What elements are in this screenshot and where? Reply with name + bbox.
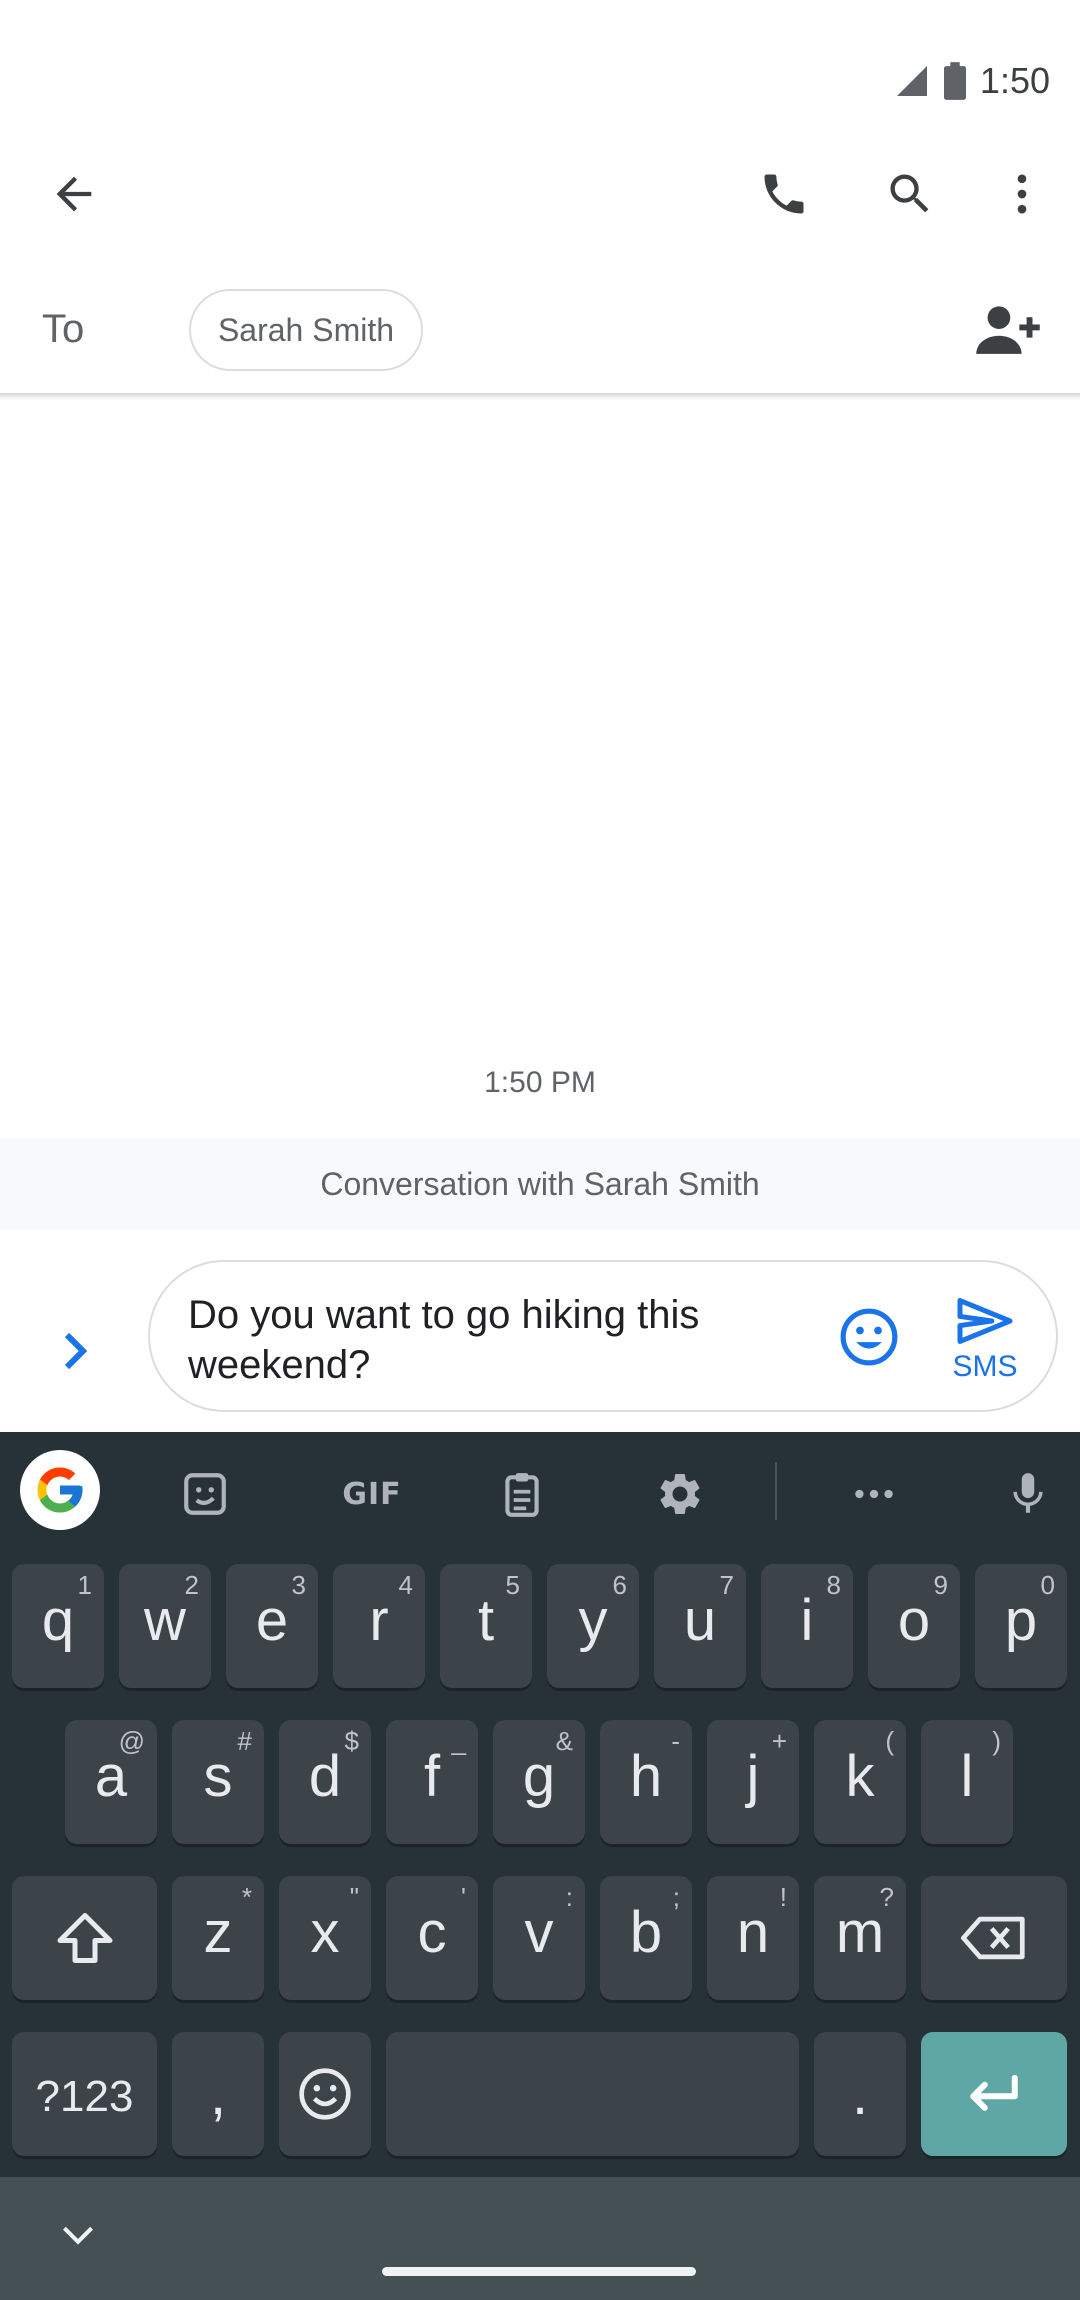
message-input[interactable]: Do you want to go hiking this weekend? S…: [148, 1260, 1058, 1412]
search-icon[interactable]: [870, 154, 950, 234]
navigation-bar: [0, 2177, 1080, 2300]
emoji-icon[interactable]: [838, 1306, 900, 1368]
phone-icon[interactable]: [744, 154, 824, 234]
more-horiz-icon[interactable]: [834, 1454, 914, 1534]
back-arrow-icon[interactable]: [34, 154, 114, 234]
send-label: SMS: [952, 1350, 1018, 1383]
key-d[interactable]: $ d: [279, 1720, 371, 1844]
shift-key[interactable]: [12, 1876, 157, 2000]
to-label: To: [42, 307, 85, 351]
top-app-bar: [0, 150, 1080, 240]
google-icon[interactable]: [20, 1450, 100, 1530]
clipboard-icon[interactable]: [482, 1454, 562, 1534]
key-a[interactable]: @ a: [65, 1720, 157, 1844]
keyboard-toolbar: GIF: [0, 1432, 1080, 1552]
mic-icon[interactable]: [988, 1454, 1068, 1534]
key-x[interactable]: " x: [279, 1876, 371, 2000]
conversation-banner: Conversation with Sarah Smith: [0, 1138, 1080, 1230]
send-icon: [957, 1298, 1013, 1344]
key-m[interactable]: ? m: [814, 1876, 906, 2000]
key-e[interactable]: 3e: [226, 1564, 318, 1688]
key-f[interactable]: _ f: [386, 1720, 478, 1844]
backspace-icon: [961, 1916, 1025, 1960]
header-divider: [0, 393, 1080, 401]
gif-icon[interactable]: GIF: [322, 1454, 422, 1534]
key-b[interactable]: ; b: [600, 1876, 692, 2000]
expand-chevron-icon[interactable]: [42, 1318, 108, 1384]
emoji-keyboard-icon: [299, 2068, 351, 2120]
add-contact-icon[interactable]: [970, 291, 1046, 367]
key-t[interactable]: 5t: [440, 1564, 532, 1688]
key-g[interactable]: & g: [493, 1720, 585, 1844]
key-c[interactable]: ' c: [386, 1876, 478, 2000]
key-j[interactable]: + j: [707, 1720, 799, 1844]
key-z[interactable]: * z: [172, 1876, 264, 2000]
key-q[interactable]: 1q: [12, 1564, 104, 1688]
settings-icon[interactable]: [640, 1454, 720, 1534]
key-y[interactable]: 6y: [547, 1564, 639, 1688]
keyboard: GIF 1q 2w 3e 4r 5t 6y 7u 8i 9o 0p @ a # s …: [0, 1432, 1080, 2177]
signal-icon: [896, 66, 927, 96]
key-r[interactable]: 4r: [333, 1564, 425, 1688]
key-u[interactable]: 7u: [654, 1564, 746, 1688]
chevron-down-icon[interactable]: [50, 2207, 106, 2263]
message-text[interactable]: Do you want to go hiking this weekend?: [188, 1290, 788, 1390]
status-icons: 1:50: [894, 56, 1050, 106]
enter-icon: [970, 2074, 1018, 2111]
battery-icon: [943, 62, 966, 100]
period-key[interactable]: .: [814, 2032, 906, 2156]
shift-icon: [57, 1913, 112, 1963]
symbols-key[interactable]: ?123: [12, 2032, 157, 2156]
enter-key[interactable]: [921, 2032, 1067, 2156]
comma-key[interactable]: ,: [172, 2032, 264, 2156]
backspace-key[interactable]: [921, 1876, 1067, 2000]
key-l[interactable]: ) l: [921, 1720, 1013, 1844]
key-i[interactable]: 8i: [761, 1564, 853, 1688]
key-k[interactable]: (k: [814, 1720, 906, 1844]
send-button[interactable]: SMS: [940, 1296, 1030, 1396]
status-bar: 1:50: [0, 0, 1080, 160]
status-time: 1:50: [979, 60, 1050, 101]
space-key[interactable]: [386, 2032, 799, 2156]
key-o[interactable]: 9o: [868, 1564, 960, 1688]
key-h[interactable]: -h: [600, 1720, 692, 1844]
recipient-chip[interactable]: Sarah Smith: [189, 289, 423, 371]
key-v[interactable]: :v: [493, 1876, 585, 2000]
key-w[interactable]: 2w: [119, 1564, 211, 1688]
home-handle[interactable]: [382, 2267, 696, 2276]
message-timestamp: 1:50 PM: [484, 1066, 596, 1099]
key-p[interactable]: 0p: [975, 1564, 1067, 1688]
key-n[interactable]: ! n: [707, 1876, 799, 2000]
recipient-row: To Sarah Smith: [0, 285, 1080, 395]
toolbar-divider: [775, 1462, 777, 1520]
key-s[interactable]: # s: [172, 1720, 264, 1844]
sticker-icon[interactable]: [165, 1454, 245, 1534]
gif-label: GIF: [342, 1476, 402, 1512]
emoji-key[interactable]: [279, 2032, 371, 2156]
more-vert-icon[interactable]: [982, 154, 1062, 234]
